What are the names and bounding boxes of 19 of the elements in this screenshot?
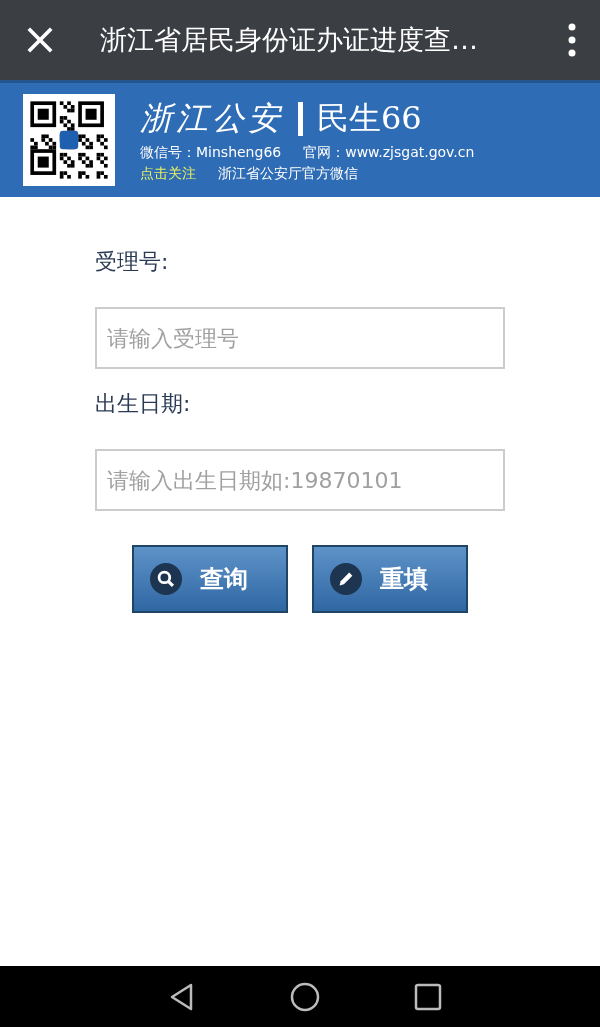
field-label: 受理号: bbox=[95, 248, 170, 276]
window-title: 浙江省居民身份证办证进度查… bbox=[100, 23, 479, 57]
website: 官网：www.zjsgat.gov.cn bbox=[303, 144, 475, 162]
wechat-id: 微信号：Minsheng66 bbox=[140, 144, 282, 162]
pencil-icon bbox=[330, 563, 362, 595]
logo-text: 浙江公安 bbox=[140, 98, 284, 139]
recents-icon[interactable] bbox=[413, 981, 444, 1012]
close-icon[interactable] bbox=[26, 26, 54, 54]
brand-text: 民生66 bbox=[317, 98, 422, 139]
input-field[interactable]: 请输入受理号 bbox=[95, 307, 505, 369]
field-label: 出生日期: bbox=[95, 390, 192, 418]
search-icon bbox=[150, 563, 182, 595]
follow-link[interactable]: 点击关注 bbox=[140, 165, 196, 183]
reset-button[interactable]: 重填 bbox=[312, 545, 468, 613]
home-icon[interactable] bbox=[290, 981, 320, 1012]
subtitle: 浙江省公安厅官方微信 bbox=[218, 165, 358, 183]
input-field[interactable]: 请输入出生日期如:19870101 bbox=[95, 449, 505, 511]
search-button[interactable]: 查询 bbox=[132, 545, 288, 613]
more-icon[interactable] bbox=[568, 23, 576, 57]
